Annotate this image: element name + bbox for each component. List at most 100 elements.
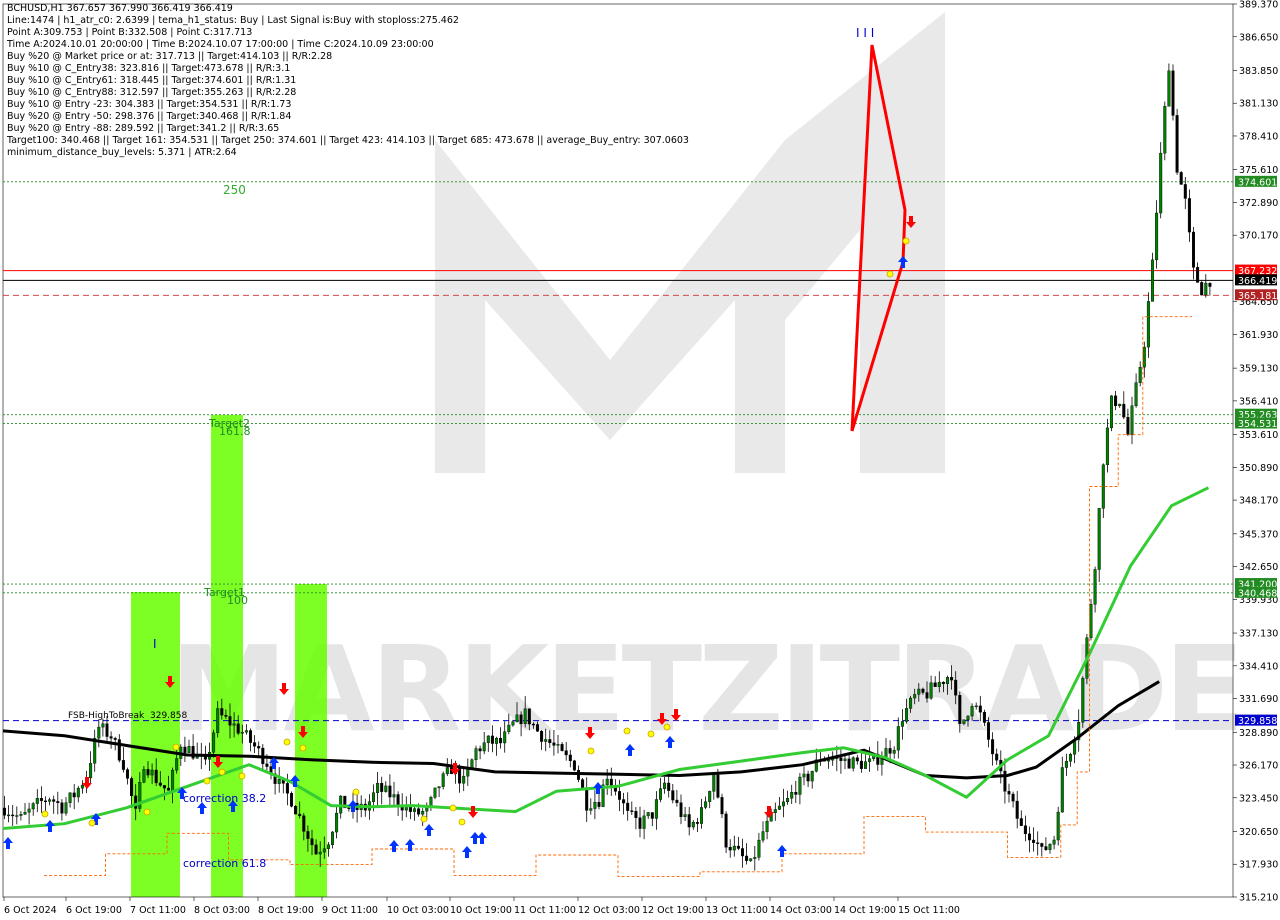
signal-dot (663, 723, 671, 731)
candle-body (728, 846, 732, 851)
candle-body (101, 723, 105, 728)
candle-body (44, 800, 48, 803)
target-zone-band (211, 415, 243, 897)
candle-body (376, 782, 380, 793)
candle-body (347, 807, 351, 810)
x-tick-label: 12 Oct 03:00 (578, 905, 640, 916)
candle-body (958, 695, 962, 724)
candle-body (1142, 346, 1146, 368)
x-tick-label: 11 Oct 11:00 (514, 905, 576, 916)
candle-body (687, 814, 691, 828)
candle-body (519, 714, 523, 725)
candle-body (470, 759, 474, 769)
candle-body (847, 758, 851, 769)
candle-body (490, 735, 494, 744)
candle-body (433, 787, 437, 798)
x-axis: 6 Oct 2024 6 Oct 19:00 7 Oct 11:00 8 Oct 03… (3, 897, 960, 916)
candle-body (679, 802, 683, 817)
candle-body (220, 708, 224, 716)
candle-body (954, 679, 958, 696)
candle-body (634, 811, 638, 818)
info-line: Buy %10 @ C_Entry61: 318.445 || Target:3… (7, 75, 297, 86)
buy-arrow-icon (3, 837, 13, 849)
candle-body (3, 807, 6, 816)
candle-body (23, 812, 27, 815)
candle-body (285, 783, 289, 794)
candle-body (7, 814, 11, 817)
candle-body (265, 763, 269, 767)
buy-arrow-icon (777, 845, 787, 857)
candle-body (322, 848, 326, 853)
target-zone-band (295, 584, 327, 897)
signal-dot (647, 730, 655, 738)
candle-body (540, 731, 544, 742)
y-tick-label: 342.650 (1239, 562, 1278, 573)
x-tick-label: 8 Oct 19:00 (258, 905, 314, 916)
chart-annotation: correction 61.8 (183, 857, 266, 870)
candle-body (158, 782, 162, 786)
candle-body (868, 758, 872, 762)
candle-body (1027, 833, 1031, 841)
y-tick-label: 383.850 (1239, 66, 1278, 77)
candle-body (1200, 282, 1204, 296)
info-line: Time A:2024.10.01 20:00:00 | Time B:2024… (7, 39, 434, 50)
candle-body (929, 682, 933, 699)
info-line: Buy %20 @ Market price or at: 317.713 ||… (7, 51, 333, 62)
candle-body (1019, 818, 1023, 826)
candle-body (605, 778, 609, 786)
signal-dot (458, 818, 466, 826)
x-tick-label: 6 Oct 2024 (4, 905, 57, 916)
candle-body (531, 723, 535, 726)
candle-body (1171, 70, 1175, 116)
candle-body (503, 731, 507, 744)
candle-body (691, 822, 695, 828)
candle-body (966, 715, 970, 721)
candle-body (937, 681, 941, 687)
candle-body (56, 801, 60, 803)
candle-body (1150, 259, 1154, 302)
candle-body (175, 758, 179, 771)
y-tick-label: 359.130 (1239, 364, 1278, 375)
candle-body (581, 779, 585, 789)
candle-body (704, 801, 708, 808)
price-badge-label: 366.419 (1238, 276, 1277, 287)
candle-body (1040, 843, 1044, 847)
candle-body (458, 768, 462, 784)
candle-body (544, 739, 548, 742)
candle-body (675, 799, 679, 803)
candle-body (716, 774, 720, 798)
candle-body (109, 736, 113, 739)
signal-dot (41, 810, 49, 818)
candle-body (294, 806, 298, 815)
info-line: Point A:309.753 | Point B:332.508 | Poin… (7, 27, 253, 38)
candle-body (35, 798, 39, 804)
candle-body (626, 802, 630, 811)
x-tick-label: 10 Oct 19:00 (450, 905, 512, 916)
candle-body (1044, 846, 1048, 850)
candle-body (228, 716, 232, 726)
candle-body (134, 795, 138, 809)
candle-body (810, 771, 814, 782)
x-tick-label: 9 Oct 11:00 (322, 905, 378, 916)
y-tick-label: 323.450 (1239, 793, 1278, 804)
y-tick-label: 320.650 (1239, 827, 1278, 838)
candle-body (654, 799, 658, 819)
candle-body (736, 845, 740, 849)
candle-body (1179, 172, 1183, 185)
candle-body (913, 694, 917, 699)
signal-dot (587, 747, 595, 755)
candle-body (384, 785, 388, 792)
candle-body (753, 857, 757, 859)
candle-body (1060, 767, 1064, 813)
candle-body (52, 799, 56, 802)
candle-body (572, 760, 576, 771)
candle-body (638, 817, 642, 829)
candle-body (1208, 282, 1212, 287)
x-tick-label: 15 Oct 11:00 (898, 905, 960, 916)
candle-body (302, 815, 306, 832)
candle-body (1134, 382, 1138, 407)
candle-body (445, 767, 449, 774)
candle-body (27, 808, 31, 813)
candle-body (507, 724, 511, 732)
candle-body (855, 757, 859, 762)
